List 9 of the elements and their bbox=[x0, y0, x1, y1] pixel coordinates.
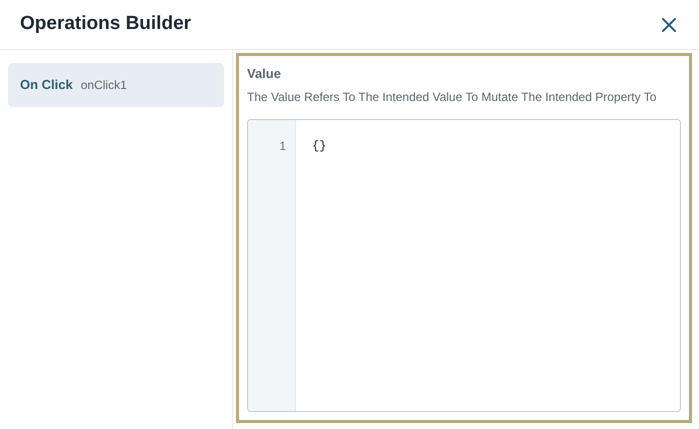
code-line: {} bbox=[312, 138, 326, 154]
field-description: The Value Refers To The Intended Value To Mutate The Intended Property To bbox=[247, 88, 658, 106]
line-number: 1 bbox=[278, 138, 287, 154]
dialog-title: Operations Builder bbox=[20, 12, 192, 36]
field-label: Value bbox=[247, 65, 282, 83]
operation-item[interactable]: On Click onClick1 bbox=[8, 63, 224, 107]
operation-label: On Click bbox=[20, 76, 73, 94]
code-editor[interactable]: 1 {} bbox=[247, 118, 681, 412]
operation-name: onClick1 bbox=[80, 77, 127, 94]
